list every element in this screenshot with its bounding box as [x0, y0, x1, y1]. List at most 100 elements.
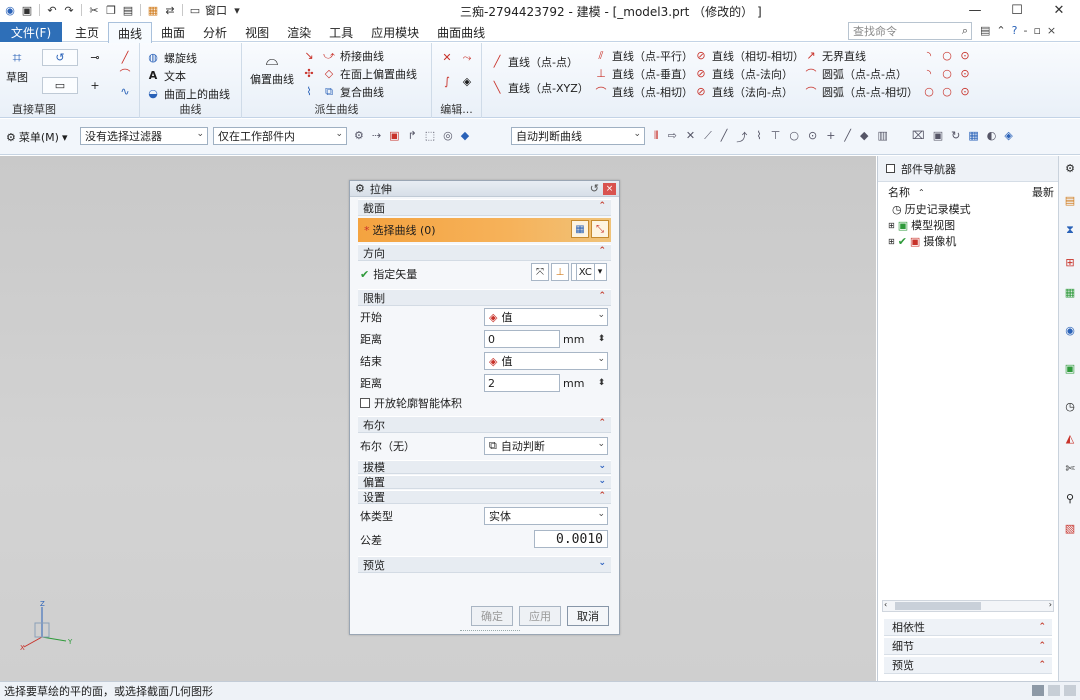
zoom-fit-icon[interactable]: ⌧: [912, 129, 925, 142]
undo-icon[interactable]: ↶: [45, 3, 59, 17]
section-header-offset[interactable]: 偏置 ⌄: [358, 475, 611, 489]
line-point-xyz-button[interactable]: ╲ 直线（点-XYZ）: [490, 79, 589, 96]
tab-applications[interactable]: 应用模块: [362, 22, 428, 42]
tool-icon[interactable]: ✄: [1062, 460, 1078, 476]
minimize-doc-icon[interactable]: -: [1023, 24, 1027, 37]
arc-ppp-button[interactable]: ⌒ 圆弧（点-点-点）: [804, 65, 907, 82]
end-type-dropdown[interactable]: ◈ 值 ⌄: [484, 352, 608, 370]
save-icon[interactable]: ▣: [20, 3, 34, 17]
sketch-button[interactable]: ⌗ 草图: [6, 47, 28, 85]
select-curve-field[interactable]: * 选择曲线 (0) ▦ ⤡: [358, 218, 611, 242]
section-header-draft[interactable]: 拔模 ⌄: [358, 460, 611, 474]
point-line-button[interactable]: ⊸: [88, 49, 102, 66]
line-button[interactable]: ╱: [118, 49, 132, 66]
tab-surface-curves[interactable]: 曲面曲线: [428, 22, 494, 42]
open-profile-checkbox[interactable]: [360, 398, 370, 408]
tree-item-history[interactable]: ◷ 历史记录模式: [892, 201, 971, 217]
line-point-normal-button[interactable]: ⊘ 直线（点-法向）: [694, 65, 793, 82]
assembly-navigator-icon[interactable]: ⧗: [1062, 222, 1078, 238]
render-style-icon[interactable]: ◐: [987, 129, 997, 142]
frame-icon[interactable]: ▣: [933, 129, 943, 142]
render-icon[interactable]: ▦: [146, 3, 160, 17]
selection-scope-dropdown[interactable]: 仅在工作部件内 ⌄: [213, 127, 347, 145]
navigator-hscrollbar[interactable]: ‹ ›: [882, 600, 1054, 612]
maximize-button[interactable]: ☐: [996, 0, 1038, 20]
part-navigator-icon[interactable]: ▤: [1062, 192, 1078, 208]
snap-book-icon[interactable]: ▥: [878, 129, 888, 145]
resize-grip[interactable]: [460, 630, 520, 633]
copy-icon[interactable]: ❐: [104, 3, 118, 17]
snap-endpoint-icon[interactable]: ⫴: [654, 129, 659, 145]
end-distance-spin-icon[interactable]: ⬍: [596, 374, 607, 392]
main-menu-button[interactable]: ⚙ 菜单(M) ▾: [6, 129, 67, 145]
reset-icon[interactable]: ↺: [590, 182, 599, 195]
apply-button[interactable]: 应用: [519, 606, 561, 626]
extend-curve-button[interactable]: ⤳: [460, 49, 474, 66]
snap-zigzag-icon[interactable]: ⌇: [756, 129, 761, 145]
view-select-icon[interactable]: ◎: [443, 129, 453, 142]
section-header-boolean[interactable]: 布尔 ⌃: [358, 416, 611, 433]
start-distance-input[interactable]: 0: [484, 330, 560, 348]
snap-center-icon[interactable]: ⊙: [808, 129, 817, 145]
tab-file[interactable]: 文件(F): [0, 22, 62, 42]
snap-cross-icon[interactable]: ✕: [686, 129, 695, 145]
minimize-button[interactable]: —: [954, 0, 996, 20]
tab-home[interactable]: 主页: [66, 22, 108, 42]
bridge-curve-button[interactable]: ⤻ 桥接曲线: [322, 47, 384, 64]
circle-row-3[interactable]: ○ ○ ⊙: [922, 83, 972, 100]
line-normal-point-button[interactable]: ⊘ 直线（法向-点）: [694, 83, 793, 100]
curve-on-surface-button[interactable]: ◒ 曲面上的曲线: [146, 85, 230, 102]
smooth-button[interactable]: ◈: [460, 73, 474, 90]
solid-icon[interactable]: ◆: [461, 129, 469, 142]
filter-icon[interactable]: ⚙: [354, 129, 364, 142]
tab-analysis[interactable]: 分析: [194, 22, 236, 42]
snap-circle-icon[interactable]: ○: [789, 129, 799, 145]
tab-render[interactable]: 渲染: [278, 22, 320, 42]
cube-icon[interactable]: ◈: [1004, 129, 1012, 142]
edit-length-button[interactable]: ∫: [440, 73, 454, 90]
close-doc-icon[interactable]: ×: [1047, 24, 1056, 37]
touch-mode-icon[interactable]: ⇄: [163, 3, 177, 17]
expand-plus-icon[interactable]: ⊞: [888, 221, 895, 230]
point-button[interactable]: +: [88, 77, 102, 94]
profile-button[interactable]: ↺: [42, 49, 78, 66]
section-header-settings[interactable]: 设置 ⌃: [358, 490, 611, 504]
roles-icon[interactable]: ⚲: [1062, 490, 1078, 506]
section-header-limits[interactable]: 限制 ⌃: [358, 289, 611, 306]
text-button[interactable]: A 文本: [146, 67, 186, 84]
column-name[interactable]: 名称: [882, 184, 910, 200]
type-filter-dropdown[interactable]: 没有选择过滤器 ⌄: [80, 127, 208, 145]
search-icon[interactable]: ⌕: [962, 24, 968, 38]
tab-tools[interactable]: 工具: [320, 22, 362, 42]
ok-button[interactable]: 确定: [471, 606, 513, 626]
nav-section-preview[interactable]: 预览 ⌃: [884, 657, 1052, 674]
scroll-right-icon[interactable]: ›: [1049, 600, 1052, 609]
snap-slash2-icon[interactable]: ╱: [844, 129, 851, 145]
rectangle-button[interactable]: ▭: [42, 77, 78, 94]
boolean-dropdown[interactable]: ⧉ 自动判断 ⌄: [484, 437, 608, 455]
close-window-button[interactable]: ✕: [1038, 0, 1080, 20]
tab-surface[interactable]: 曲面: [152, 22, 194, 42]
line-point-point-button[interactable]: ╱ 直线（点-点）: [490, 53, 578, 70]
circle-row-1[interactable]: ◝ ○ ⊙: [922, 47, 972, 64]
tree-item-cameras[interactable]: ⊞ ✔ ▣ 摄像机: [888, 233, 956, 249]
dropdown-icon[interactable]: ▾: [230, 3, 244, 17]
body-type-dropdown[interactable]: 实体 ⌄: [484, 507, 608, 525]
select-icon[interactable]: ⇢: [372, 129, 381, 142]
tab-view[interactable]: 视图: [236, 22, 278, 42]
rotate-icon[interactable]: ↻: [951, 129, 960, 142]
column-latest[interactable]: 最新: [1032, 184, 1054, 200]
line-point-tangent-button[interactable]: ⌒ 直线（点-相切）: [594, 83, 693, 100]
status-indicator-1[interactable]: [1032, 685, 1044, 696]
layer-icon[interactable]: ▦: [968, 129, 978, 142]
box-select-icon[interactable]: ⬚: [425, 129, 435, 142]
intersect-button[interactable]: ✣: [302, 65, 316, 82]
reuse-library-icon[interactable]: ▦: [1062, 284, 1078, 300]
spline-button[interactable]: ∿: [118, 83, 132, 100]
constraint-navigator-icon[interactable]: ⊞: [1062, 254, 1078, 270]
window-menu[interactable]: 窗口: [205, 2, 227, 18]
history-icon[interactable]: ▣: [1062, 360, 1078, 376]
deselect-icon[interactable]: ↱: [408, 129, 417, 142]
open-profile-row[interactable]: 开放轮廓智能体积: [358, 394, 611, 412]
nav-section-details[interactable]: 细节 ⌃: [884, 638, 1052, 655]
